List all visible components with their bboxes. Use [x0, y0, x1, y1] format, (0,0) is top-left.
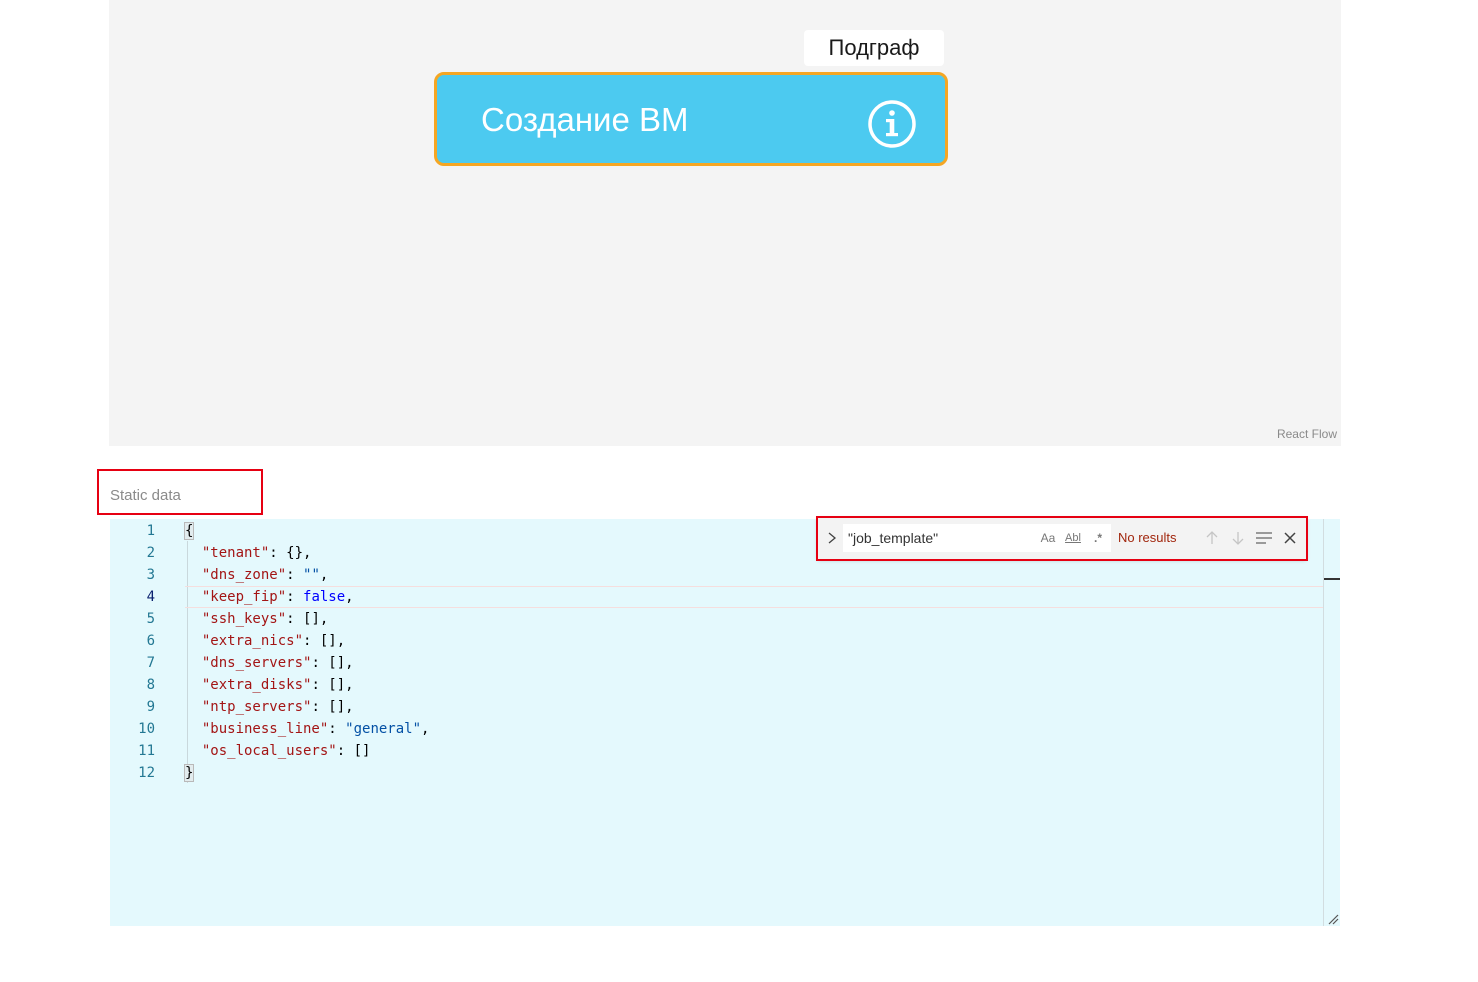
json-value: []	[353, 743, 371, 759]
regex-toggle[interactable]: .*	[1088, 529, 1108, 547]
json-key: "business_line"	[201, 721, 329, 737]
arrow-down-icon[interactable]	[1228, 528, 1248, 548]
line-number: 4	[146, 589, 155, 605]
code-line[interactable]: "ntp_servers": [],	[185, 696, 1324, 718]
json-key: "dns_zone"	[201, 567, 287, 583]
flow-canvas[interactable]: Подграф Создание ВМ React Flow	[109, 0, 1341, 446]
line-number: 6	[146, 633, 155, 649]
json-value: []	[328, 655, 346, 671]
subgraph-label: Подграф	[804, 30, 944, 66]
json-separator: :	[336, 743, 354, 759]
json-key: "extra_nics"	[201, 633, 304, 649]
json-brace: }	[183, 764, 195, 782]
json-separator: :	[311, 699, 329, 715]
json-comma: ,	[303, 545, 312, 561]
line-number: 8	[146, 677, 155, 693]
whole-word-toggle[interactable]: Abl	[1062, 529, 1084, 547]
code-line[interactable]: "extra_nics": [],	[185, 630, 1324, 652]
code-line[interactable]: "os_local_users": []	[185, 740, 1324, 762]
info-icon[interactable]	[867, 99, 917, 149]
code-line[interactable]: }	[183, 762, 1324, 784]
json-comma: ,	[345, 699, 354, 715]
json-separator: :	[328, 721, 346, 737]
flow-node-create-vm[interactable]: Создание ВМ	[434, 72, 948, 166]
overview-ruler-cursor	[1324, 578, 1340, 580]
react-flow-attribution[interactable]: React Flow	[1277, 427, 1337, 441]
find-widget: "job_template" Aa Abl .* No results	[816, 516, 1308, 561]
json-comma: ,	[319, 611, 329, 627]
line-number: 2	[146, 545, 155, 561]
json-separator: :	[269, 545, 287, 561]
close-icon[interactable]	[1280, 528, 1300, 548]
line-number: 3	[146, 567, 155, 583]
code-line[interactable]: "dns_zone": "",	[185, 564, 1324, 586]
json-separator: :	[311, 655, 329, 671]
line-number: 12	[138, 765, 155, 781]
json-value: []	[328, 677, 346, 693]
json-comma: ,	[319, 567, 329, 583]
json-separator: :	[286, 611, 304, 627]
json-value: {}	[286, 545, 304, 561]
json-key: "ssh_keys"	[201, 611, 287, 627]
json-key: "os_local_users"	[201, 743, 337, 759]
line-number: 1	[146, 523, 155, 539]
resize-handle-icon[interactable]	[1327, 913, 1339, 925]
json-separator: :	[311, 677, 329, 693]
json-separator: :	[286, 567, 304, 583]
json-value: []	[328, 699, 346, 715]
json-value: false	[303, 589, 346, 605]
static-data-label: Static data	[110, 487, 181, 504]
line-number: 10	[138, 721, 155, 737]
code-editor[interactable]: 1 2 3 4 5 6 7 8 9 10 11 12 { "tenant": {}, "dns_zon…	[110, 519, 1340, 926]
json-comma: ,	[345, 677, 354, 693]
json-separator: :	[286, 589, 304, 605]
line-number: 11	[138, 743, 155, 759]
find-in-selection-icon[interactable]	[1254, 528, 1274, 548]
json-key: "dns_servers"	[201, 655, 312, 671]
json-comma: ,	[345, 589, 354, 605]
page-root: Подграф Создание ВМ React Flow Static da…	[0, 0, 1478, 982]
code-line[interactable]: "business_line": "general",	[185, 718, 1324, 740]
json-key: "tenant"	[201, 545, 270, 561]
node-title: Создание ВМ	[481, 101, 689, 138]
json-value: []	[319, 633, 337, 649]
json-value: ""	[303, 567, 320, 583]
find-status: No results	[1118, 530, 1177, 545]
chevron-right-icon[interactable]	[824, 528, 840, 548]
json-key: "ntp_servers"	[201, 699, 312, 715]
code-line[interactable]: "keep_fip": false,	[185, 586, 1324, 608]
json-comma: ,	[336, 633, 346, 649]
json-comma: ,	[345, 655, 354, 671]
line-number: 5	[146, 611, 155, 627]
line-number: 9	[146, 699, 155, 715]
json-key: "keep_fip"	[201, 589, 287, 605]
json-separator: :	[303, 633, 320, 649]
code-line[interactable]: "dns_servers": [],	[185, 652, 1324, 674]
json-value: []	[303, 611, 320, 627]
json-comma: ,	[421, 721, 430, 737]
code-line[interactable]: "ssh_keys": [],	[185, 608, 1324, 630]
json-value: "general"	[345, 721, 422, 737]
json-brace: {	[183, 522, 195, 540]
line-number: 7	[146, 655, 155, 671]
match-case-toggle[interactable]: Aa	[1038, 529, 1058, 547]
vertical-scrollbar[interactable]	[1323, 519, 1324, 926]
json-key: "extra_disks"	[201, 677, 312, 693]
arrow-up-icon[interactable]	[1202, 528, 1222, 548]
code-line[interactable]: "extra_disks": [],	[185, 674, 1324, 696]
